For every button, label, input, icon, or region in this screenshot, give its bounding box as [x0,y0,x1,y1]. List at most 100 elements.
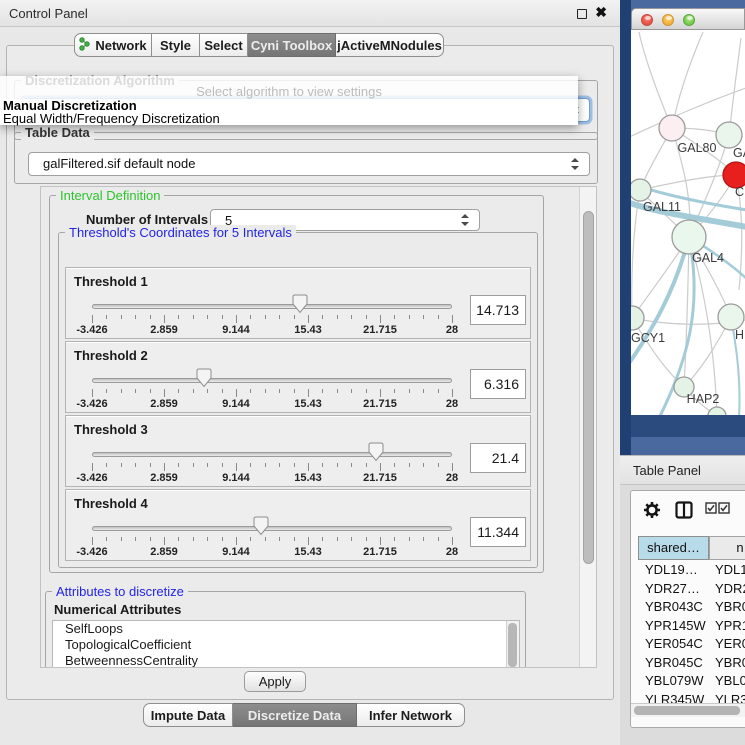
gear-icon[interactable] [643,501,661,524]
node-label: GAL80 [678,141,717,155]
table-data-combobox[interactable]: galFiltered.sif default node [28,152,590,176]
slider-thumb[interactable] [367,442,385,462]
slider-tick [308,463,309,471]
threshold-label: Threshold 1 [74,274,148,289]
network-node-ga[interactable] [716,122,742,148]
attribute-item-selfloops[interactable]: SelfLoops [53,621,519,637]
network-node-h[interactable] [718,304,744,330]
zoom-traffic-light-icon[interactable] [683,14,695,26]
slider-tick [164,537,165,545]
column-header-name[interactable]: n [709,536,745,560]
threshold-label: Threshold 2 [74,348,148,363]
vertical-scrollbar-thumb[interactable] [583,211,594,564]
network-window-titlebar[interactable] [631,8,745,30]
network-edge [640,175,736,190]
slider-track[interactable] [92,526,452,531]
slider-tick-label: 28 [446,324,458,336]
tab-label: Select [204,38,242,53]
slider-tick-label: 28 [446,398,458,410]
slider-tick [394,463,395,467]
horizontal-scrollbar-track[interactable] [631,703,745,717]
cell-shared-name: YBL079W [645,671,704,690]
tab-jactivemnodules[interactable]: jActiveMNodules [336,33,444,57]
close-traffic-light-icon[interactable] [641,14,653,26]
column-header-shared-name[interactable]: shared… [638,536,709,560]
slider-tick-label: 9.144 [222,324,250,336]
slider-tick [121,315,122,319]
table-row[interactable]: YDR27…YDR2 [631,579,745,598]
slider-thumb[interactable] [252,516,270,536]
attribute-item-betweennesscentrality[interactable]: BetweennessCentrality [53,653,519,668]
tab-cyni-toolbox[interactable]: Cyni Toolbox [248,33,336,57]
slider-tick [222,537,223,541]
slider-tick [92,537,93,545]
top-tab-bar: NetworkStyle Select Cyni ToolboxjActiveMNo… [74,33,444,57]
slider-tick [409,463,410,467]
threshold-value-field[interactable]: 14.713 [470,295,526,325]
minimize-traffic-light-icon[interactable] [662,14,674,26]
vertical-scrollbar-track[interactable] [579,187,596,667]
table-row[interactable]: YBR045CYBR0 [631,653,745,672]
network-node-gal11[interactable] [631,179,651,201]
checkbox-checked-icon[interactable] [718,501,730,519]
tab-select[interactable]: Select [200,33,248,57]
slider-tick [150,315,151,319]
tab-infer-network[interactable]: Infer Network [357,703,465,727]
slider-track[interactable] [92,304,452,309]
slider-tick-label: 2.859 [150,472,178,484]
cell-shared-name: YDL19… [645,560,698,579]
network-canvas[interactable]: GAL80GACGAL11GAL4GCY1HHAP2 [631,30,745,415]
tab-network[interactable]: Network [74,33,152,57]
attributes-group-title: Attributes to discretize [52,584,188,599]
slider-tick [423,463,424,467]
attributes-scrollbar-track[interactable] [506,621,519,668]
apply-button[interactable]: Apply [244,671,306,692]
checkbox-checked-icon[interactable] [705,501,717,519]
attributes-scrollbar-thumb[interactable] [508,623,517,667]
float-window-icon[interactable] [577,9,587,19]
slider-track[interactable] [92,452,452,457]
threshold-value-field[interactable]: 21.4 [470,443,526,473]
slider-tick [337,463,338,467]
slider-thumb[interactable] [195,368,213,388]
table-row[interactable]: YPR145WYPR1 [631,616,745,635]
slider-thumb[interactable] [291,294,309,314]
table-row[interactable]: YBR043CYBR0 [631,597,745,616]
table-panel-title: Table Panel [633,456,701,486]
horizontal-scrollbar-thumb[interactable] [634,706,740,715]
network-node-gcy1[interactable] [631,306,644,330]
tab-style[interactable]: Style [152,33,200,57]
tab-discretize-data[interactable]: Discretize Data [233,703,357,727]
threshold-value-field[interactable]: 11.344 [470,517,526,547]
tab-impute-data[interactable]: Impute Data [143,703,233,727]
popup-option-equal-width-frequency-discretization[interactable]: Equal Width/Frequency Discretization [0,112,578,125]
numerical-attributes-list[interactable]: SelfLoopsTopologicalCoefficientBetweenne… [52,620,520,668]
threshold-label: Threshold 3 [74,422,148,437]
network-node[interactable] [708,407,726,415]
table-row[interactable]: YLR345WYLR3 [631,690,745,704]
slider-tick [236,389,237,397]
table-row[interactable]: YER054CYER0 [631,634,745,653]
slider-tick [178,389,179,393]
slider-tick [279,389,280,393]
table-row[interactable]: YDL19…YDL1 [631,560,745,579]
node-label: GA [733,146,745,160]
slider-tick [438,389,439,393]
node-label: GAL11 [643,200,681,214]
attribute-item-topologicalcoefficient[interactable]: TopologicalCoefficient [53,637,519,653]
threshold-value-field[interactable]: 6.316 [470,369,526,399]
slider-tick [265,389,266,393]
slider-tick [380,537,381,545]
slider-tick [92,389,93,397]
slider-tick [135,463,136,467]
close-icon[interactable]: ✖ [595,4,607,21]
slider-tick-label: 9.144 [222,546,250,558]
network-node-gal4[interactable] [672,220,706,254]
network-node-gal80[interactable] [659,115,685,141]
columns-icon[interactable] [675,501,693,524]
slider-tick [351,463,352,467]
network-graph: GAL80GACGAL11GAL4GCY1HHAP2 [631,30,745,415]
slider-tick [394,537,395,541]
table-row[interactable]: YBL079WYBL0 [631,671,745,690]
slider-track[interactable] [92,378,452,383]
